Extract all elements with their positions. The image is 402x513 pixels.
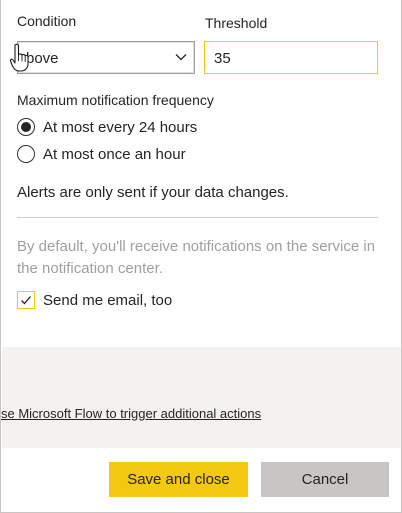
radio-label: At most once an hour <box>43 145 186 163</box>
threshold-input[interactable]: 35 <box>204 41 378 74</box>
save-and-close-button[interactable]: Save and close <box>109 462 248 497</box>
radio-once-an-hour[interactable]: At most once an hour <box>17 143 186 165</box>
checkmark-icon <box>21 296 31 305</box>
hand-pointer-icon <box>9 43 29 72</box>
send-email-checkbox[interactable] <box>17 291 35 309</box>
default-notification-note: By default, you'll receive notifications… <box>17 238 376 277</box>
radio-label: At most every 24 hours <box>43 118 198 136</box>
radio-every-24-hours[interactable]: At most every 24 hours <box>17 116 197 138</box>
divider <box>17 217 378 218</box>
send-email-option[interactable]: Send me email, too <box>17 290 172 310</box>
frequency-label: Maximum notification frequency <box>17 92 214 108</box>
alert-settings-panel: Condition Threshold bove 35 Maximum noti… <box>0 0 402 513</box>
radio-button-selected[interactable] <box>17 118 35 136</box>
radio-button[interactable] <box>17 145 35 163</box>
chevron-down-icon <box>175 54 187 61</box>
send-email-label: Send me email, too <box>43 291 173 309</box>
threshold-value: 35 <box>214 50 231 67</box>
cancel-button[interactable]: Cancel <box>261 462 389 497</box>
flow-section <box>2 347 401 448</box>
threshold-label: Threshold <box>205 15 268 31</box>
condition-select[interactable]: bove <box>17 41 195 74</box>
microsoft-flow-link[interactable]: se Microsoft Flow to trigger additional … <box>1 406 261 421</box>
data-change-note: Alerts are only sent if your data change… <box>17 184 289 201</box>
condition-label: Condition <box>17 13 77 29</box>
